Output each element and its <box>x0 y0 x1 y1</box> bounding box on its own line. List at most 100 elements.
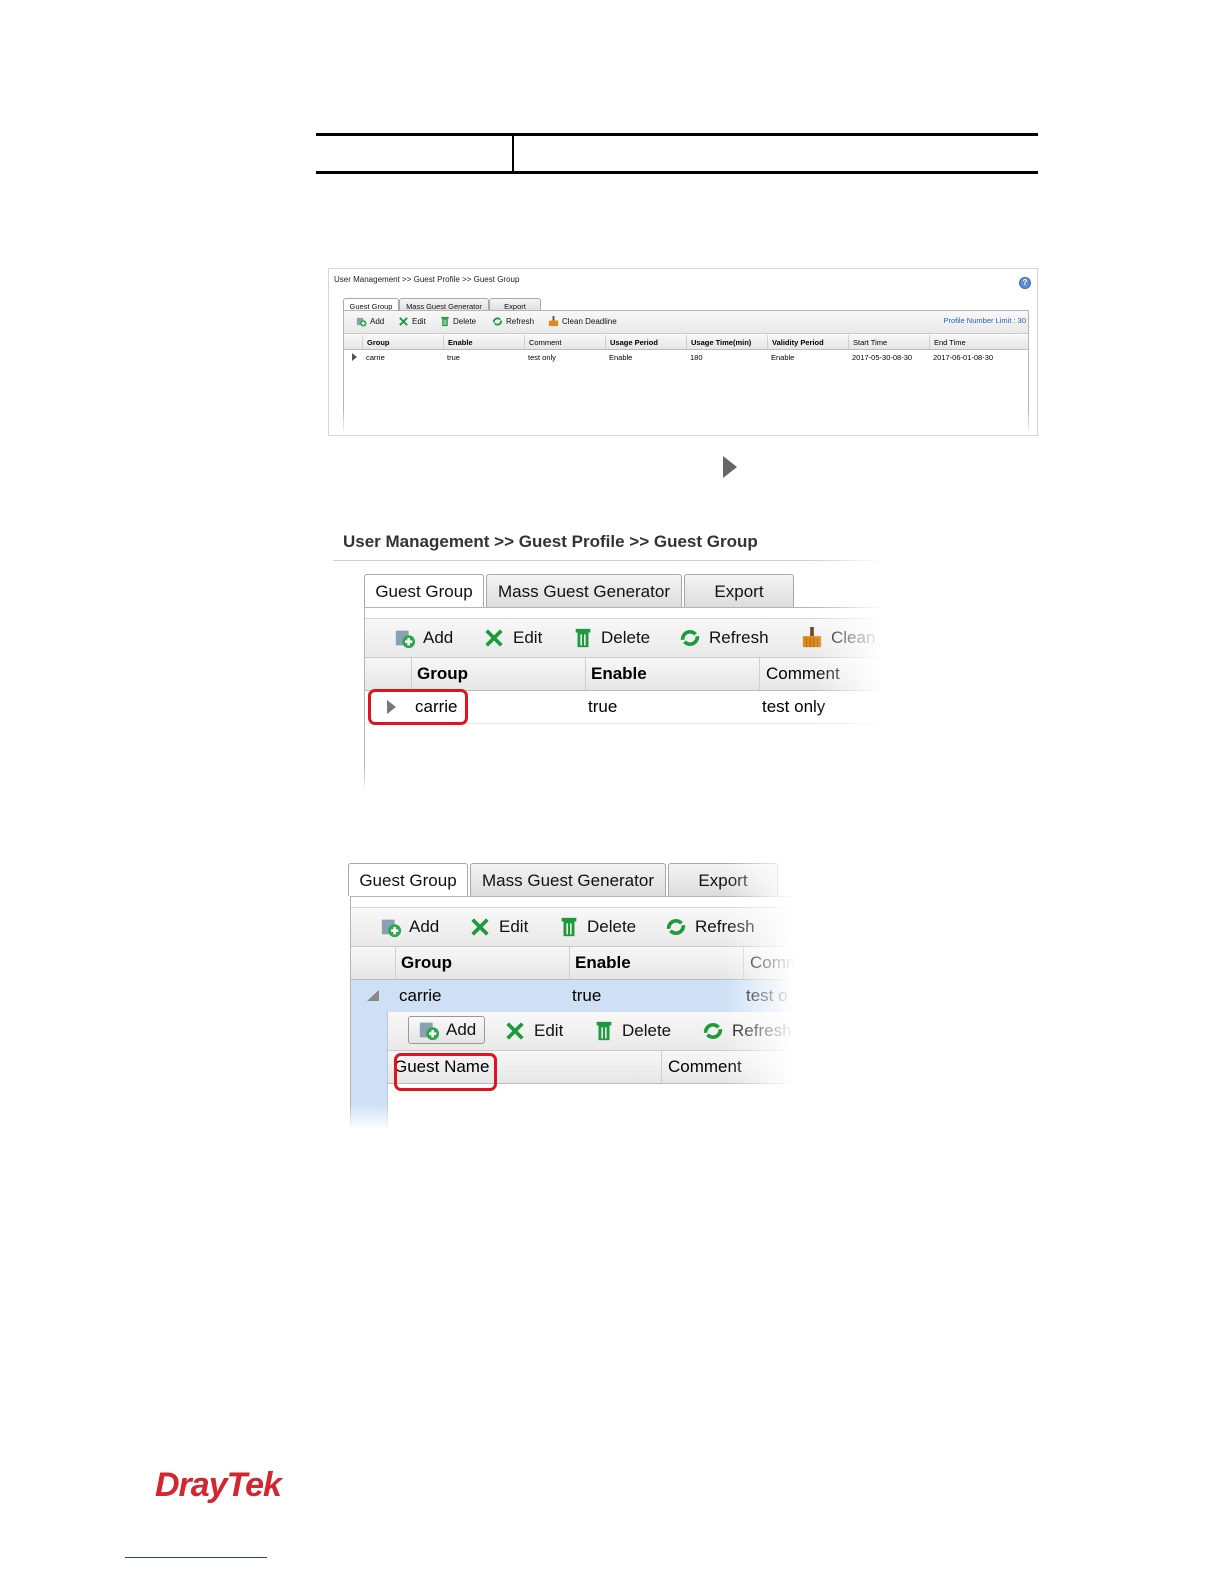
cell-group: carrie <box>366 352 385 362</box>
toolbar: Add Edit Delete Refresh <box>351 907 795 947</box>
add-button[interactable]: Add <box>356 316 384 327</box>
delete-label: Delete <box>453 317 477 326</box>
edit-label: Edit <box>499 917 529 936</box>
col-comment[interactable]: Comment <box>759 658 883 690</box>
toolbar: Add Edit Delete Refresh Clean <box>365 618 883 658</box>
clean-deadline-label: Clean Deadline <box>562 317 617 326</box>
expand-arrow-icon-inline <box>723 456 737 478</box>
edit-label: Edit <box>513 628 543 647</box>
col-end-time[interactable]: End Time <box>929 335 1019 349</box>
cell-start-time: 2017-05-30-08-30 <box>852 352 913 362</box>
refresh-icon <box>666 918 686 936</box>
delete-button[interactable]: Delete <box>559 916 636 938</box>
highlight-box-add <box>394 1053 497 1091</box>
edit-icon <box>485 629 503 647</box>
delete-label: Delete <box>587 917 637 936</box>
refresh-icon <box>680 629 700 647</box>
sub-delete-button[interactable]: Delete <box>594 1020 671 1042</box>
add-icon <box>419 1022 440 1041</box>
sub-refresh-label: Refresh <box>732 1021 792 1040</box>
cell-group: carrie <box>399 986 442 1005</box>
edit-icon <box>399 317 408 326</box>
breadcrumb-divider <box>333 560 883 561</box>
add-label: Add <box>370 317 385 326</box>
help-icon[interactable]: ? <box>1019 277 1031 289</box>
cell-enable: true <box>572 986 602 1005</box>
refresh-label: Refresh <box>506 317 535 326</box>
edit-button[interactable]: Edit <box>483 627 542 649</box>
collapse-arrow-icon[interactable] <box>367 990 379 1001</box>
sub-edit-label: Edit <box>534 1021 564 1040</box>
col-enable[interactable]: Enable <box>569 947 743 979</box>
screenshot-guest-group-overview: User Management >> Guest Profile >> Gues… <box>328 268 1038 436</box>
refresh-button[interactable]: Refresh <box>492 316 534 327</box>
table-row[interactable]: carrie true test only Enable 180 Enable … <box>344 350 1028 364</box>
add-button[interactable]: Add <box>393 627 453 649</box>
cell-comment: test only <box>528 352 556 362</box>
sub-delete-label: Delete <box>622 1021 672 1040</box>
col-start-time[interactable]: Start Time <box>848 335 929 349</box>
tab-export[interactable]: Export <box>684 574 794 607</box>
trash-icon <box>575 628 591 648</box>
cell-enable: true <box>588 697 618 716</box>
guest-group-panel: Add Edit Delete Refresh Group Enable Com… <box>350 896 795 1130</box>
table-top-rule <box>316 133 1038 136</box>
breadcrumb: User Management >> Guest Profile >> Gues… <box>343 532 758 551</box>
col-enable[interactable]: Enable <box>585 658 759 690</box>
col-usage-time[interactable]: Usage Time(min) <box>686 335 767 349</box>
clean-deadline-button[interactable]: Clean Deadline <box>548 316 617 327</box>
trash-icon <box>561 917 577 937</box>
trash-icon <box>596 1021 612 1041</box>
edit-button[interactable]: Edit <box>469 916 528 938</box>
tab-mass-guest-generator[interactable]: Mass Guest Generator <box>486 574 682 607</box>
sub-add-button[interactable]: Add <box>408 1016 486 1044</box>
col-comment[interactable]: Comm <box>743 947 795 979</box>
delete-button[interactable]: Delete <box>573 627 650 649</box>
col-enable[interactable]: Enable <box>443 335 524 349</box>
add-label: Add <box>423 628 454 647</box>
refresh-icon <box>703 1022 723 1040</box>
table-bottom-rule <box>316 171 1038 174</box>
tab-mass-guest-generator[interactable]: Mass Guest Generator <box>470 863 666 896</box>
expand-arrow-icon[interactable] <box>352 353 357 361</box>
tab-export[interactable]: Export <box>668 863 778 896</box>
col-usage-period[interactable]: Usage Period <box>605 335 686 349</box>
table-row-expanded[interactable]: carrie true test o <box>351 980 795 1012</box>
col-comment[interactable]: Comment <box>524 335 605 349</box>
clean-label: Clean <box>831 628 876 647</box>
clean-deadline-button[interactable]: Clean <box>801 627 875 649</box>
col-group[interactable]: Group <box>411 658 585 690</box>
sub-add-label: Add <box>446 1020 477 1039</box>
breadcrumb: User Management >> Guest Profile >> Gues… <box>334 275 520 284</box>
refresh-button[interactable]: Refresh <box>679 627 769 649</box>
col-group[interactable]: Group <box>362 335 443 349</box>
table-column-divider <box>512 136 514 171</box>
footer-rule <box>125 1557 267 1558</box>
refresh-label: Refresh <box>695 917 755 936</box>
cell-comment: test only <box>762 697 826 716</box>
refresh-icon <box>492 317 503 326</box>
col-group[interactable]: Group <box>395 947 569 979</box>
add-label: Add <box>409 917 440 936</box>
tab-guest-group[interactable]: Guest Group <box>364 574 484 607</box>
cell-usage-period: Enable <box>609 352 633 362</box>
tab-guest-group[interactable]: Guest Group <box>348 863 468 896</box>
screenshot-guest-group-zoom: User Management >> Guest Profile >> Gues… <box>333 520 883 792</box>
add-icon <box>356 317 367 327</box>
edit-button[interactable]: Edit <box>398 316 426 327</box>
edit-icon <box>506 1022 524 1040</box>
cell-usage-time: 180 <box>690 352 703 362</box>
sub-edit-button[interactable]: Edit <box>504 1020 563 1042</box>
cell-enable: true <box>447 352 460 362</box>
edit-label: Edit <box>412 317 426 326</box>
refresh-button[interactable]: Refresh <box>665 916 755 938</box>
col-validity-period[interactable]: Validity Period <box>767 335 848 349</box>
sub-toolbar: Add Edit Delete Refresh <box>388 1012 795 1051</box>
add-button[interactable]: Add <box>379 916 439 938</box>
draytek-logo: DrayTek <box>155 1466 282 1504</box>
grid-header: Group Enable Comment <box>365 658 883 691</box>
col-sub-comment[interactable]: Comment <box>661 1051 795 1083</box>
sub-refresh-button[interactable]: Refresh <box>702 1020 792 1042</box>
delete-button[interactable]: Delete <box>440 316 476 327</box>
highlight-box-row <box>368 689 468 725</box>
